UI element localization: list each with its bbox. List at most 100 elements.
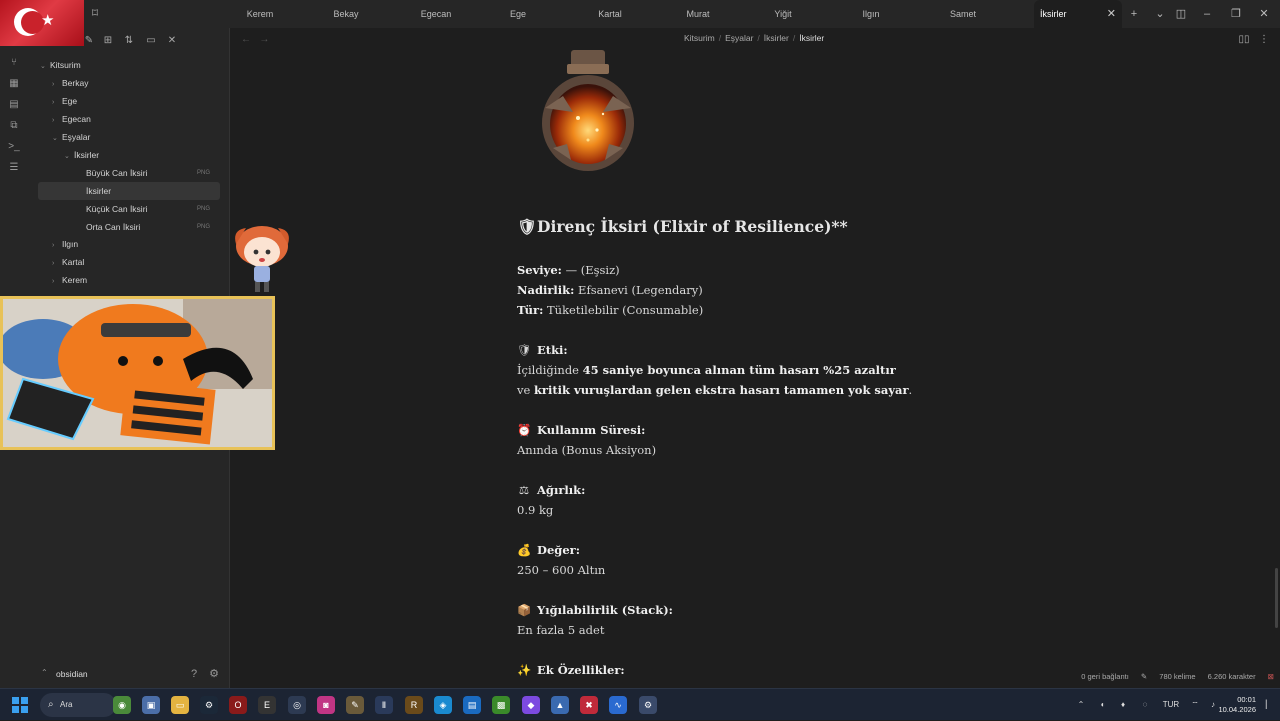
vault-name[interactable]: obsidian [56, 669, 88, 679]
tab-ilgin[interactable]: Ilgın [833, 0, 909, 28]
breadcrumb-item[interactable]: İksirler [764, 33, 789, 43]
stack-heading: 📦 Yığılabilirlik (Stack): [517, 603, 673, 617]
input-language[interactable]: TUR [1160, 689, 1182, 721]
tab-iksirler[interactable]: İksirler ✕ [1034, 0, 1122, 28]
taskview-app-icon[interactable]: ▣ [142, 696, 160, 714]
browser-app-icon[interactable]: ◈ [434, 696, 452, 714]
windows-start-icon[interactable] [12, 697, 28, 713]
potion-image [542, 50, 634, 171]
folder-esyalar[interactable]: ⌄ Eşyalar [52, 128, 90, 146]
system-clock[interactable]: 00:01 10.04.2026 [1218, 695, 1256, 715]
templates-icon[interactable]: ☰ [7, 161, 21, 175]
folder-kartal[interactable]: › Kartal [52, 253, 84, 271]
maximize-icon[interactable]: ❐ [1226, 0, 1246, 28]
folder-iksirler[interactable]: ⌄ İksirler [64, 146, 99, 164]
file-orta-can-iksiri[interactable]: Orta Can İksiri PNG [86, 218, 220, 236]
breadcrumb-item[interactable]: Kitsurim [684, 33, 715, 43]
folder-ilgin[interactable]: › Ilgın [52, 235, 78, 253]
canvas-icon[interactable]: ▦ [7, 77, 21, 91]
reading-view-icon[interactable]: ▯▯ [1237, 34, 1251, 48]
chevron-down-icon: ⌄ [52, 135, 58, 142]
taskbar-search[interactable]: ⌕ Ara [40, 693, 116, 717]
close-all-icon[interactable]: ✕ [165, 34, 179, 48]
new-folder-icon[interactable]: ⊞ [101, 34, 115, 48]
epic-games-icon[interactable]: E [258, 696, 276, 714]
terminal-icon[interactable]: >_ [7, 140, 21, 154]
steam-icon[interactable]: ⚙ [200, 696, 218, 714]
bookmark-icon[interactable]: ⌑ [88, 6, 102, 22]
scrollbar-thumb[interactable] [1275, 568, 1278, 628]
tray-app-icon[interactable]: ◐ [1096, 689, 1110, 721]
tab-kartal[interactable]: Kartal [572, 0, 648, 28]
wifi-icon[interactable]: ⌔ [1188, 689, 1202, 721]
tab-ege[interactable]: Ege [480, 0, 556, 28]
close-tab-icon[interactable]: ✕ [1107, 0, 1116, 28]
minimize-icon[interactable]: – [1197, 0, 1217, 28]
settings-app-icon[interactable]: ⚙ [639, 696, 657, 714]
file-buyuk-can-iksiri[interactable]: Büyük Can İksiri PNG [86, 164, 220, 182]
close-window-icon[interactable]: ✕ [1254, 0, 1274, 28]
sort-icon[interactable]: ⇅ [122, 34, 136, 48]
notifications-icon[interactable]: ▏ [1262, 689, 1276, 721]
calendar-icon[interactable]: ▤ [7, 98, 21, 112]
breadcrumb: Kitsurim / Eşyalar / İksirler / İksirler [684, 33, 825, 43]
notes-app-icon[interactable]: ✎ [346, 696, 364, 714]
sidebar-toggle-right-icon[interactable]: ◫ [1171, 0, 1191, 28]
chevron-right-icon: › [52, 278, 55, 285]
vault-switch-chevron-icon[interactable]: ⌃ [41, 668, 48, 677]
file-kucuk-can-iksiri[interactable]: Küçük Can İksiri PNG [86, 200, 220, 218]
chrome-icon[interactable]: ◎ [288, 696, 306, 714]
instagram-icon[interactable]: ◙ [317, 696, 335, 714]
backlinks-count[interactable]: 0 geri bağlantı [1081, 672, 1129, 681]
xbox-app-icon[interactable]: ◉ [113, 696, 131, 714]
forward-arrow-icon[interactable]: → [259, 34, 269, 45]
windows-taskbar: ⌕ Ara ◉ ▣ ▭ ⚙ O E ◎ ◙ ✎ Ⅱ R ◈ ▤ ▩ ◆ ▲ ✖ ∿… [0, 688, 1280, 720]
editor-app-icon[interactable]: ∿ [609, 696, 627, 714]
graph-view-icon[interactable]: ⑂ [7, 56, 21, 70]
opera-icon[interactable]: O [229, 696, 247, 714]
stack-label: Yığılabilirlik (Stack): [537, 603, 673, 617]
folder-berkay[interactable]: › Berkay [52, 74, 88, 92]
type-line: Tür: Tüketilebilir (Consumable) [517, 303, 703, 317]
folder-kerem[interactable]: › Kerem [52, 271, 87, 289]
new-tab-icon[interactable]: + [1124, 0, 1144, 28]
settings-gear-icon[interactable]: ⚙ [207, 667, 221, 681]
photos-app-icon[interactable]: ▲ [551, 696, 569, 714]
duration-label: Kullanım Süresi: [537, 423, 646, 437]
alarm-clock-icon: ⏰ [517, 423, 532, 437]
tool-app-icon[interactable]: Ⅱ [375, 696, 393, 714]
media-app-icon[interactable]: ✖ [580, 696, 598, 714]
folder-kitsurim[interactable]: ⌄ Kitsurim [40, 56, 81, 74]
tab-yigit[interactable]: Yiğit [745, 0, 821, 28]
file-explorer-icon[interactable]: ▭ [171, 696, 189, 714]
tab-bekay[interactable]: Bekay [308, 0, 384, 28]
tray-network-icon[interactable]: ◌ [1138, 689, 1152, 721]
tray-microphone-icon[interactable]: ♦ [1116, 689, 1130, 721]
tab-murat[interactable]: Murat [660, 0, 736, 28]
file-iksirler-selected[interactable]: İksirler [38, 182, 220, 200]
tab-samet[interactable]: Samet [925, 0, 1001, 28]
back-arrow-icon[interactable]: ← [241, 34, 251, 45]
tab-egecan[interactable]: Egecan [398, 0, 474, 28]
new-note-icon[interactable]: ✎ [82, 34, 96, 48]
tab-list-chevron-icon[interactable]: ⌄ [1150, 0, 1170, 28]
help-icon[interactable]: ? [187, 667, 201, 681]
game-launcher-icon[interactable]: R [405, 696, 423, 714]
copy-icon[interactable]: ⧉ [7, 119, 21, 133]
tab-kerem[interactable]: Kerem [222, 0, 298, 28]
folder-label: Eşyalar [62, 132, 91, 142]
tab-bar: Kerem Bekay Egecan Ege Kartal Murat Yiği… [0, 0, 1280, 28]
minecraft-icon[interactable]: ▩ [492, 696, 510, 714]
edit-icon[interactable]: ✎ [1141, 672, 1147, 681]
note-view: ← → Kitsurim / Eşyalar / İksirler / İksirler ▯… [231, 28, 1280, 688]
folder-ege[interactable]: › Ege [52, 92, 77, 110]
sync-status-icon[interactable]: ⊠ [1268, 672, 1274, 681]
obsidian-app-icon[interactable]: ◆ [522, 696, 540, 714]
more-options-icon[interactable]: ⋮ [1257, 34, 1271, 48]
chevron-down-icon: ⌄ [64, 153, 70, 160]
tray-overflow-chevron-icon[interactable]: ⌃ [1074, 689, 1088, 721]
breadcrumb-item[interactable]: Eşyalar [725, 33, 753, 43]
folder-egecan[interactable]: › Egecan [52, 110, 91, 128]
store-app-icon[interactable]: ▤ [463, 696, 481, 714]
collapse-icon[interactable]: ▭ [144, 34, 158, 48]
